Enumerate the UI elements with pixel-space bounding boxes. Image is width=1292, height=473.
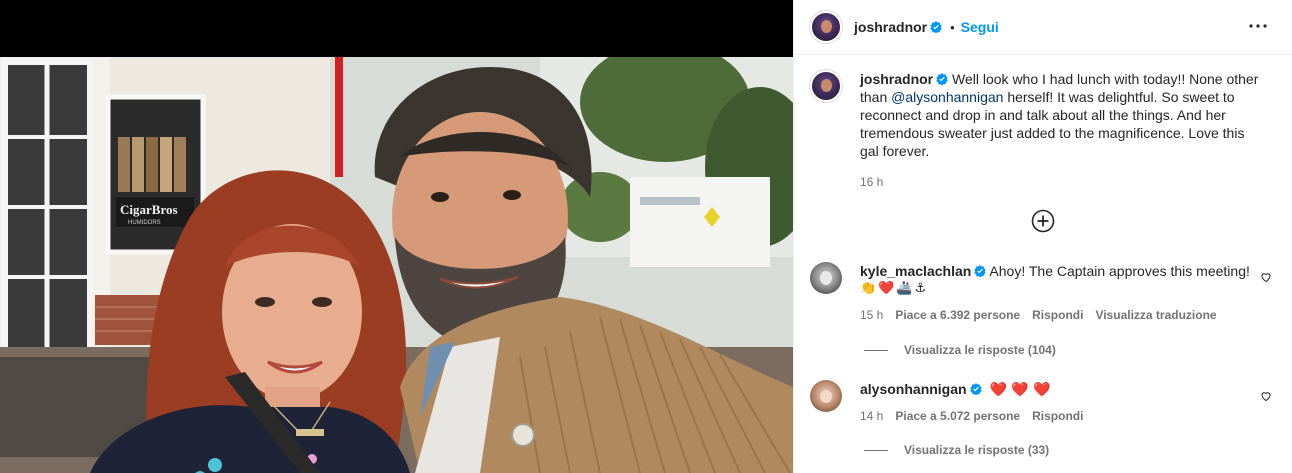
comment-text: Ahoy! The Captain approves this meeting! <box>989 263 1250 279</box>
comment-translate-button[interactable]: Visualizza traduzione <box>1095 306 1216 324</box>
replies-divider-line <box>864 349 888 351</box>
caption-author-avatar[interactable] <box>810 70 842 102</box>
comment-item: kyle_maclachlan Ahoy! The Captain approv… <box>810 262 1277 324</box>
comment-text: ❤️ ❤️ ❤️ <box>989 382 1051 398</box>
view-replies-label: Visualizza le risposte (104) <box>904 343 1056 357</box>
commenter-avatar[interactable] <box>810 262 842 294</box>
post-details-pane: joshradnor • Segui joshradnor Well look … <box>793 0 1292 473</box>
caption-body: joshradnor Well look who I had lunch wit… <box>860 70 1260 191</box>
author-avatar[interactable] <box>810 11 842 43</box>
comment-meta: 15 h Piace a 6.392 persone Rispondi Visu… <box>860 306 1260 324</box>
more-options-icon[interactable] <box>1246 14 1270 38</box>
commenter-avatar[interactable] <box>810 380 842 412</box>
verified-badge-icon <box>936 73 948 85</box>
comment-item: alysonhannigan ❤️ ❤️ ❤️ 14 h Piace a 5.0… <box>810 380 1277 425</box>
comment-reply-button[interactable]: Rispondi <box>1032 407 1083 425</box>
post-header: joshradnor • Segui <box>794 0 1292 55</box>
commenter-username[interactable]: alysonhannigan <box>860 381 967 397</box>
heart-icon[interactable] <box>1260 271 1272 283</box>
load-more-comments-icon[interactable] <box>1031 209 1055 233</box>
comment-emojis: 👏❤️🚢⚓ <box>860 281 929 296</box>
follow-button[interactable]: Segui <box>961 19 999 35</box>
comment-likes-count[interactable]: Piace a 6.392 persone <box>895 306 1020 324</box>
caption-mention-link[interactable]: @alysonhannigan <box>891 89 1003 105</box>
header-separator: • <box>950 19 955 35</box>
verified-badge-icon <box>974 265 986 277</box>
comment-reply-button[interactable]: Rispondi <box>1032 306 1083 324</box>
post-media-pane: CigarBros HUMIDORS <box>0 0 793 473</box>
verified-badge-icon <box>969 383 982 395</box>
comment-timestamp[interactable]: 15 h <box>860 306 883 324</box>
view-replies-label: Visualizza le risposte (33) <box>904 443 1050 457</box>
comment-likes-count[interactable]: Piace a 5.072 persone <box>895 407 1020 425</box>
comment-timestamp[interactable]: 14 h <box>860 407 883 425</box>
caption-author-username[interactable]: joshradnor <box>860 71 933 87</box>
view-replies-button[interactable]: Visualizza le risposte (104) <box>864 343 1056 357</box>
comment-meta: 14 h Piace a 5.072 persone Rispondi <box>860 407 1260 425</box>
store-sign-text: CigarBros <box>120 202 178 217</box>
commenter-username[interactable]: kyle_maclachlan <box>860 263 971 279</box>
comment-body: kyle_maclachlan Ahoy! The Captain approv… <box>860 262 1260 324</box>
caption-timestamp[interactable]: 16 h <box>860 173 1260 191</box>
post-photo[interactable]: CigarBros HUMIDORS <box>0 57 793 473</box>
author-username[interactable]: joshradnor <box>854 19 927 35</box>
heart-icon[interactable] <box>1260 390 1272 402</box>
comment-body: alysonhannigan ❤️ ❤️ ❤️ 14 h Piace a 5.0… <box>860 380 1260 425</box>
replies-divider-line <box>864 449 888 451</box>
post-caption: joshradnor Well look who I had lunch wit… <box>810 70 1280 191</box>
store-sign-subtext: HUMIDORS <box>128 220 161 226</box>
view-replies-button[interactable]: Visualizza le risposte (33) <box>864 443 1049 457</box>
verified-badge-icon <box>930 21 942 33</box>
